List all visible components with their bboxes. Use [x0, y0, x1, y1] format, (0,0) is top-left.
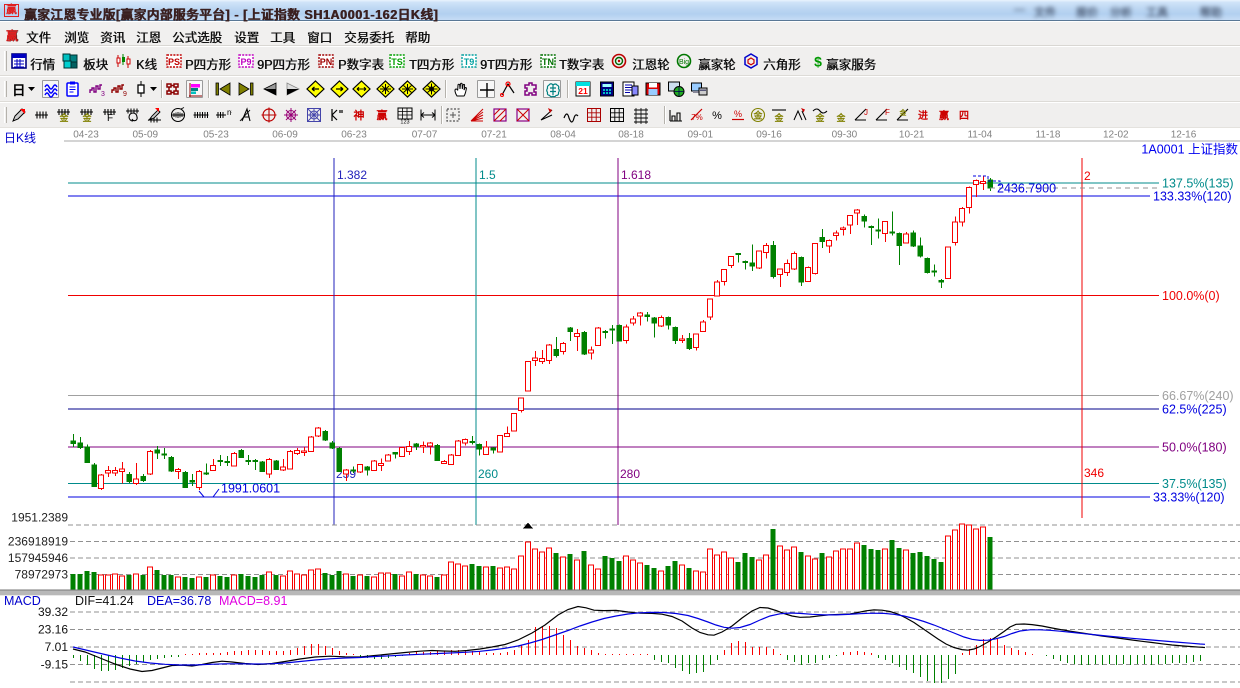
svg-text:PN: PN: [320, 57, 333, 67]
svg-text:T9: T9: [464, 57, 475, 67]
svg-text:1991.0601: 1991.0601: [221, 482, 280, 496]
svg-text:DIF=41.24: DIF=41.24: [75, 594, 134, 608]
svg-text:08-18: 08-18: [618, 130, 644, 141]
svg-text:PS: PS: [168, 57, 180, 67]
svg-text:06-09: 06-09: [272, 130, 298, 141]
svg-text:78972973: 78972973: [15, 568, 69, 582]
svg-text:赢: 赢: [377, 108, 388, 122]
svg-text:100.0%(0): 100.0%(0): [1162, 289, 1220, 303]
svg-text:%: %: [734, 109, 742, 119]
svg-text:-9.15: -9.15: [41, 658, 69, 672]
svg-text:n²: n²: [227, 108, 232, 117]
svg-text:金: 金: [814, 112, 825, 123]
svg-text:123: 123: [400, 120, 409, 125]
svg-text:260: 260: [478, 467, 498, 481]
svg-text:05-23: 05-23: [203, 130, 229, 141]
svg-text:39.32: 39.32: [38, 605, 68, 619]
svg-text:236918919: 236918919: [8, 535, 68, 549]
svg-text:DEA=36.78: DEA=36.78: [147, 594, 211, 608]
svg-text:MACD: MACD: [4, 594, 41, 608]
svg-text:神: 神: [354, 108, 365, 122]
svg-text:08-04: 08-04: [550, 130, 576, 141]
svg-text:日K线: 日K线: [4, 131, 36, 145]
svg-text:09-01: 09-01: [688, 130, 714, 141]
svg-text:F: F: [107, 113, 113, 124]
svg-text:1A0001 上证指数: 1A0001 上证指数: [1141, 142, 1238, 157]
svg-text:MACD=8.91: MACD=8.91: [219, 594, 287, 608]
svg-text:3: 3: [101, 91, 105, 98]
svg-text:J: J: [864, 108, 868, 117]
svg-text:04-23: 04-23: [73, 130, 99, 141]
svg-text:金: 金: [835, 112, 846, 123]
svg-text:%: %: [712, 110, 722, 122]
svg-text:09-30: 09-30: [832, 130, 858, 141]
svg-text:23.16: 23.16: [38, 623, 68, 637]
svg-text:金: 金: [58, 112, 69, 123]
svg-text:37.5%(135): 37.5%(135): [1162, 477, 1227, 491]
svg-text:1.618: 1.618: [621, 168, 651, 182]
svg-text:1.5: 1.5: [479, 168, 496, 182]
svg-text:金: 金: [773, 112, 784, 123]
svg-text:TS: TS: [391, 57, 403, 67]
svg-text:2: 2: [1084, 169, 1091, 183]
svg-text:33.33%(120): 33.33%(120): [1153, 491, 1225, 505]
svg-text:Big: Big: [679, 59, 689, 66]
svg-text:50.0%(180): 50.0%(180): [1162, 441, 1227, 455]
svg-text:280: 280: [620, 467, 640, 481]
svg-text:四: 四: [959, 110, 969, 122]
svg-text:62.5%(225): 62.5%(225): [1162, 403, 1227, 417]
svg-text:金: 金: [81, 112, 92, 123]
svg-text:1951.2389: 1951.2389: [11, 511, 68, 525]
svg-text:66.67%(240): 66.67%(240): [1162, 389, 1234, 403]
svg-text:金: 金: [899, 108, 908, 117]
svg-text:7.01: 7.01: [45, 640, 69, 654]
svg-text:10-21: 10-21: [899, 130, 925, 141]
svg-text:9: 9: [123, 91, 127, 98]
svg-text:07-21: 07-21: [481, 130, 507, 141]
svg-text:进: 进: [918, 109, 928, 122]
svg-text:05-09: 05-09: [133, 130, 159, 141]
svg-text:2436.7900: 2436.7900: [997, 182, 1056, 196]
svg-text:TN: TN: [542, 57, 554, 67]
svg-text:137.5%(135): 137.5%(135): [1162, 177, 1234, 191]
svg-text:11-18: 11-18: [1036, 130, 1061, 141]
svg-text:346: 346: [1084, 466, 1104, 480]
svg-text:P9: P9: [240, 57, 251, 67]
svg-text:21: 21: [578, 86, 588, 96]
svg-text:157945946: 157945946: [8, 551, 68, 565]
svg-text:1.382: 1.382: [337, 168, 367, 182]
svg-text:11-04: 11-04: [967, 130, 992, 141]
svg-text:金: 金: [752, 110, 763, 121]
svg-text:F: F: [885, 108, 890, 117]
svg-text:12-02: 12-02: [1103, 130, 1129, 141]
svg-text:133.33%(120): 133.33%(120): [1153, 190, 1232, 204]
svg-text:$: $: [814, 54, 822, 70]
svg-text:09-16: 09-16: [756, 130, 782, 141]
svg-text:06-23: 06-23: [341, 130, 367, 141]
svg-text:赢: 赢: [939, 109, 949, 122]
svg-text:07-07: 07-07: [412, 130, 438, 141]
svg-text:12-16: 12-16: [1171, 130, 1197, 141]
svg-text:7%: 7%: [691, 113, 703, 122]
